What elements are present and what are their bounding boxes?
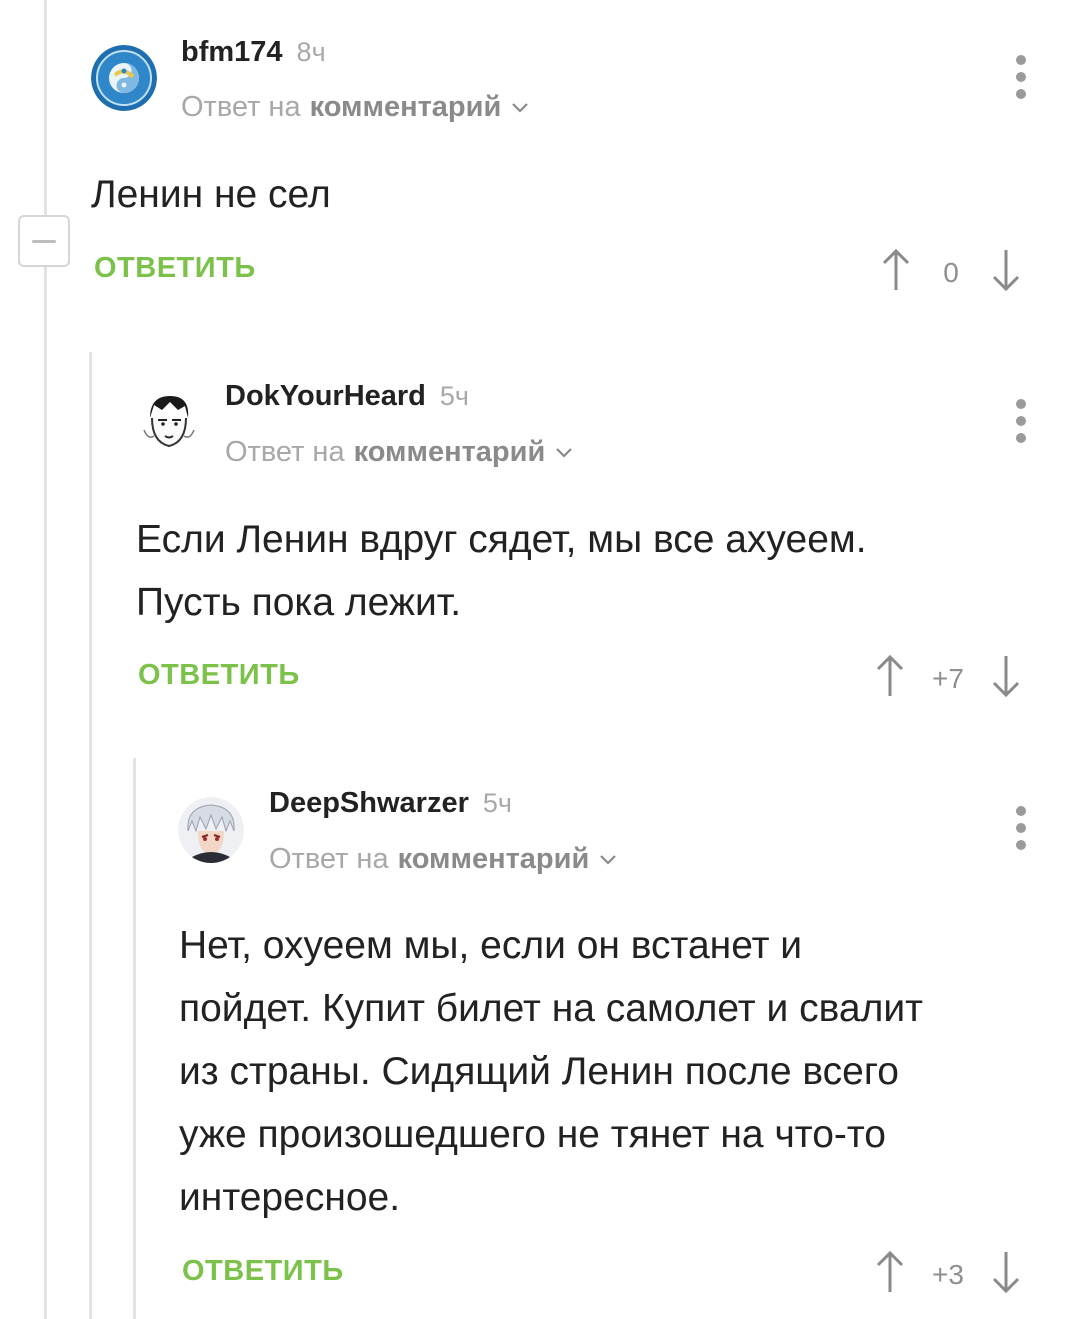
arrow-down-icon[interactable] <box>986 1250 1026 1299</box>
username[interactable]: bfm174 8ч <box>181 36 326 69</box>
comment-text-line: Нет, охуеем мы, если он встанет и <box>179 924 803 967</box>
username[interactable]: DeepShwarzer 5ч <box>269 787 512 820</box>
username-text: DokYourHeard <box>225 380 426 412</box>
more-vertical-icon[interactable] <box>1011 806 1031 850</box>
arrow-up-icon[interactable] <box>870 654 910 703</box>
arrow-down-icon[interactable] <box>986 654 1026 703</box>
rating: 0 <box>943 256 959 288</box>
reply-to-prefix: Ответ на <box>269 843 389 875</box>
reply-button[interactable]: ОТВЕТИТЬ <box>138 659 300 692</box>
vote-controls: 0 <box>876 248 1026 297</box>
reply-to-target[interactable]: комментарий <box>398 843 590 876</box>
avatar[interactable] <box>178 797 244 863</box>
more-vertical-icon[interactable] <box>1011 399 1031 443</box>
comment-text: Нет, охуеем мы, если он встанет и пойдет… <box>179 914 923 1229</box>
comment-time: 5ч <box>482 788 512 818</box>
arrow-up-icon[interactable] <box>876 248 916 297</box>
reply-to[interactable]: Ответ на комментарий <box>269 843 617 876</box>
reply-to-target[interactable]: комментарий <box>310 91 502 124</box>
more-vertical-icon[interactable] <box>1011 55 1031 99</box>
arrow-down-icon[interactable] <box>986 248 1026 297</box>
rating: +7 <box>932 662 964 694</box>
comments-thread: bfm174 8ч Ответ на комментарий Ленин не с… <box>0 0 1080 1319</box>
reply-to-prefix: Ответ на <box>225 436 345 468</box>
reply-to-prefix: Ответ на <box>181 91 301 123</box>
comment-text-line: Если Ленин вдруг сядет, мы все ахуеем. <box>136 518 867 561</box>
rating: +3 <box>932 1258 964 1290</box>
username[interactable]: DokYourHeard 5ч <box>225 380 469 413</box>
reply-button[interactable]: ОТВЕТИТЬ <box>94 252 256 285</box>
thread-line <box>89 352 92 1319</box>
comment-time: 8ч <box>296 37 326 67</box>
reply-button[interactable]: ОТВЕТИТЬ <box>182 1255 344 1288</box>
collapse-icon <box>32 239 56 243</box>
comment-text: Ленин не сел <box>91 173 331 216</box>
chevron-down-icon[interactable] <box>555 447 573 459</box>
vote-controls: +3 <box>870 1250 1026 1299</box>
comment-time: 5ч <box>439 381 469 411</box>
comment-text-line: из страны. Сидящий Ленин после всего <box>179 1050 899 1093</box>
comment-text-line: пойдет. Купит билет на самолет и свалит <box>179 987 923 1030</box>
reply-to[interactable]: Ответ на комментарий <box>181 91 529 124</box>
avatar[interactable] <box>136 390 202 456</box>
chevron-down-icon[interactable] <box>599 854 617 866</box>
username-text: bfm174 <box>181 36 283 68</box>
username-text: DeepShwarzer <box>269 787 469 819</box>
chevron-down-icon[interactable] <box>511 102 529 114</box>
comment-text-line: интересное. <box>179 1176 401 1219</box>
comment-text-line: уже произошедшего не тянет на что-то <box>179 1113 886 1156</box>
avatar[interactable] <box>91 45 157 111</box>
reply-to-target[interactable]: комментарий <box>354 436 546 469</box>
reply-to[interactable]: Ответ на комментарий <box>225 436 573 469</box>
comment-text: Если Ленин вдруг сядет, мы все ахуеем. П… <box>136 508 867 634</box>
comment-text-line: Пусть пока лежит. <box>136 581 462 624</box>
collapse-thread-button[interactable] <box>18 215 70 267</box>
thread-line <box>44 0 47 1319</box>
thread-line <box>133 758 136 1319</box>
vote-controls: +7 <box>870 654 1026 703</box>
arrow-up-icon[interactable] <box>870 1250 910 1299</box>
